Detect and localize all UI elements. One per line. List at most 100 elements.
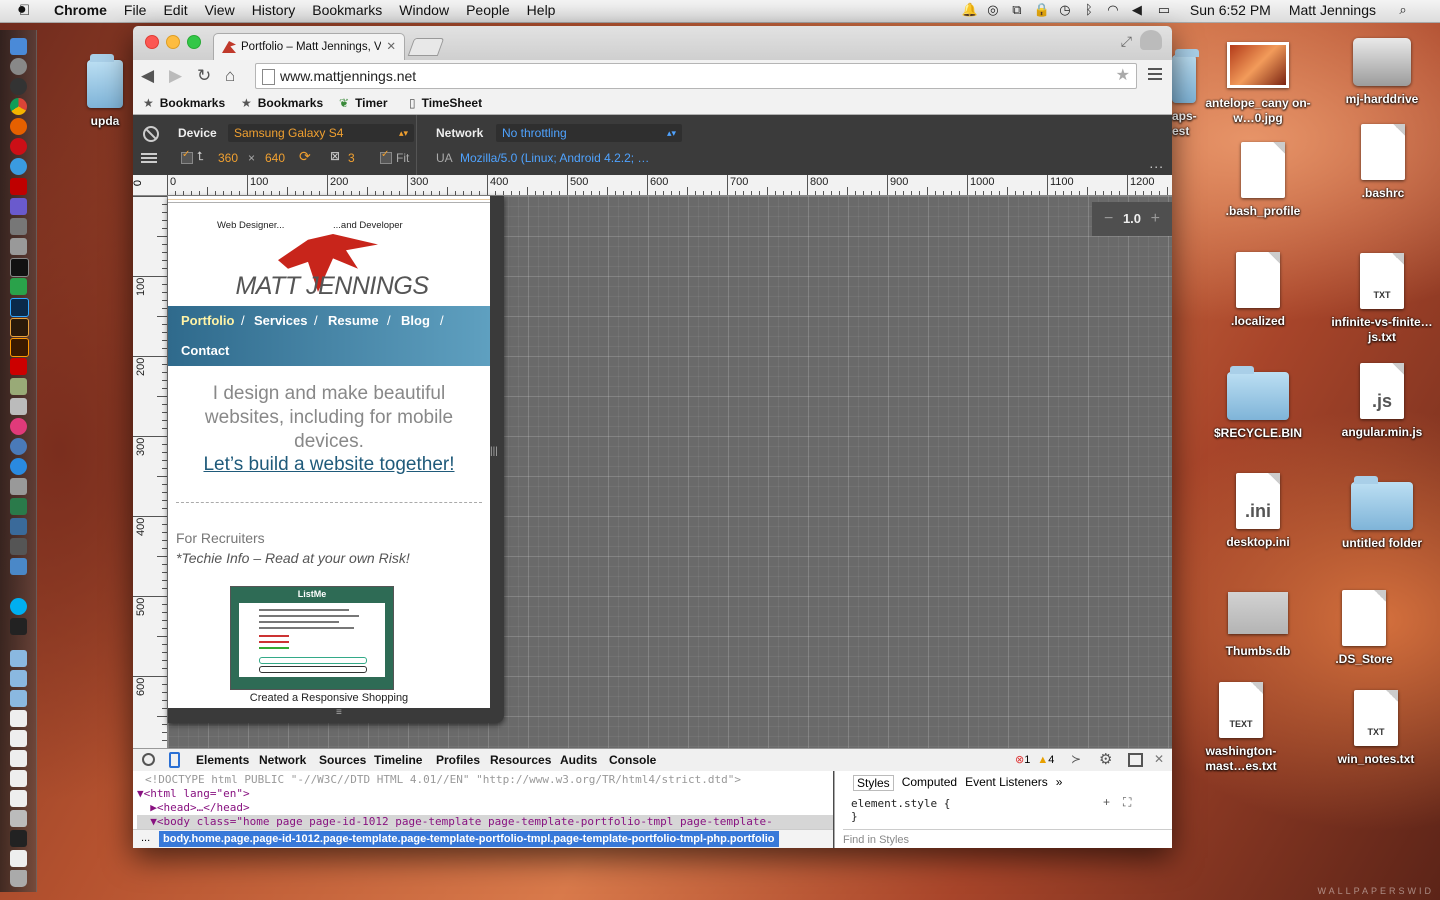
opera-icon[interactable] bbox=[10, 138, 27, 155]
menu-edit[interactable]: Edit bbox=[163, 2, 187, 18]
user-agent-value[interactable]: Mozilla/5.0 (Linux; Android 4.2.2; … bbox=[460, 151, 649, 165]
desktop-icon-washington[interactable]: TEXT washington-mast…es.txt bbox=[1186, 682, 1296, 774]
desktop-icon-thumbs-db[interactable]: Thumbs.db bbox=[1203, 592, 1313, 659]
app-icon[interactable] bbox=[10, 478, 27, 495]
chrome-icon[interactable] bbox=[10, 98, 27, 115]
tab-computed[interactable]: Computed bbox=[902, 775, 957, 791]
dom-node-body[interactable]: ▼<body class="home page page-id-1012 pag… bbox=[137, 815, 833, 829]
menu-app-chrome[interactable]: Chrome bbox=[54, 2, 107, 18]
swap-dimensions-icon[interactable]: ⮤ bbox=[197, 149, 204, 164]
bookmark-folder-bookmarks[interactable]: ★ Bookmarks bbox=[143, 96, 225, 110]
document-icon[interactable] bbox=[10, 770, 27, 787]
app-icon[interactable] bbox=[10, 238, 27, 255]
document-icon[interactable] bbox=[10, 810, 27, 827]
desktop-icon-win-notes[interactable]: TXT win_notes.txt bbox=[1321, 690, 1431, 767]
menu-window[interactable]: Window bbox=[399, 2, 449, 18]
illustrator-icon[interactable] bbox=[10, 338, 29, 357]
height-input[interactable]: 640 bbox=[265, 151, 285, 165]
fullscreen-icon[interactable]: ⤢ bbox=[1121, 33, 1132, 50]
dom-node-html[interactable]: ▼<html lang="en"> bbox=[137, 787, 250, 801]
nav-contact[interactable]: Contact bbox=[181, 343, 229, 358]
zoom-window-button[interactable] bbox=[187, 35, 201, 49]
site-logo[interactable]: MATT JENNINGS bbox=[218, 234, 438, 304]
clock[interactable]: Sun 6:52 PM bbox=[1190, 2, 1271, 18]
app-icon[interactable] bbox=[10, 538, 27, 555]
minimize-window-button[interactable] bbox=[166, 35, 180, 49]
forward-arrow-icon[interactable]: ▶ bbox=[169, 66, 182, 86]
acrobat-icon[interactable] bbox=[10, 358, 27, 375]
recruiters-heading[interactable]: For Recruiters bbox=[176, 530, 265, 546]
portfolio-thumbnail[interactable]: ListMe bbox=[230, 586, 394, 690]
tab-audits[interactable]: Audits bbox=[560, 753, 597, 767]
terminal-icon[interactable] bbox=[10, 258, 29, 277]
desktop-icon-localized[interactable]: .localized bbox=[1203, 252, 1313, 329]
incognito-avatar-icon[interactable] bbox=[1140, 30, 1162, 50]
battery-icon[interactable]: ▭ bbox=[1154, 3, 1174, 17]
screenshare-icon[interactable]: ⧉ bbox=[1010, 3, 1024, 17]
itunes-icon[interactable] bbox=[10, 418, 27, 435]
address-bar[interactable]: www.mattjennings.net ★ bbox=[255, 63, 1137, 89]
back-arrow-icon[interactable]: ◀ bbox=[141, 66, 154, 86]
bookmark-star-icon[interactable]: ★ bbox=[1116, 64, 1130, 88]
app-icon[interactable] bbox=[10, 558, 27, 575]
more-options-icon[interactable]: ... bbox=[1149, 155, 1164, 171]
chrome-menu-icon[interactable] bbox=[1148, 68, 1162, 80]
dom-node-doctype[interactable]: <!DOCTYPE html PUBLIC "-//W3C//DTD HTML … bbox=[145, 773, 741, 787]
tab-console[interactable]: Console bbox=[609, 753, 656, 767]
desktop-icon-bash-profile[interactable]: .bash_profile bbox=[1208, 142, 1318, 219]
inspect-element-icon[interactable] bbox=[142, 753, 155, 766]
zoom-in-icon[interactable]: + bbox=[1151, 210, 1160, 227]
tab-styles[interactable]: Styles bbox=[853, 775, 894, 791]
lock-icon[interactable]: 🔒 bbox=[1034, 3, 1050, 17]
techie-info-link[interactable]: *Techie Info – Read at your own Risk! bbox=[176, 550, 410, 566]
document-icon[interactable] bbox=[10, 750, 27, 767]
network-throttle-select[interactable]: No throttling ▴▾ bbox=[496, 124, 682, 142]
menu-file[interactable]: File bbox=[124, 2, 147, 18]
desktop-icon-infinite[interactable]: TXT infinite-vs-finite…js.txt bbox=[1327, 253, 1437, 345]
menu-help[interactable]: Help bbox=[527, 2, 556, 18]
menu-history[interactable]: History bbox=[252, 2, 296, 18]
menu-view[interactable]: View bbox=[205, 2, 235, 18]
app-icon[interactable] bbox=[10, 518, 27, 535]
skype-icon[interactable] bbox=[10, 598, 27, 615]
dock-side-icon[interactable] bbox=[1128, 753, 1143, 767]
folder-icon[interactable] bbox=[10, 650, 27, 667]
desktop-icon-recycle-bin[interactable]: $RECYCLE.BIN bbox=[1203, 366, 1313, 441]
folder-icon[interactable] bbox=[10, 670, 27, 687]
width-input[interactable]: 360 bbox=[218, 151, 238, 165]
finder-icon[interactable] bbox=[10, 38, 27, 55]
toggle-state-icon[interactable]: ⛶ bbox=[1123, 795, 1131, 810]
tab-timeline[interactable]: Timeline bbox=[374, 753, 422, 767]
volume-icon[interactable]: ◀ bbox=[1130, 3, 1144, 17]
launchpad-icon[interactable] bbox=[10, 58, 27, 75]
desktop-icon-ds-store[interactable]: .DS_Store bbox=[1309, 590, 1419, 667]
cta-link[interactable]: Let’s build a website together! bbox=[168, 454, 490, 476]
document-icon[interactable] bbox=[10, 830, 27, 847]
error-count[interactable]: ⊗1 ▲4 bbox=[1015, 753, 1054, 766]
bluetooth-icon[interactable]: ᛒ bbox=[1082, 3, 1096, 17]
desktop-icon-untitled-folder[interactable]: untitled folder bbox=[1327, 476, 1437, 551]
app-icon[interactable] bbox=[10, 498, 27, 515]
breadcrumb-body[interactable]: body.home.page.page-id-1012.page-templat… bbox=[159, 831, 779, 847]
resolution-checkbox[interactable] bbox=[181, 149, 193, 166]
firefox-icon[interactable] bbox=[10, 118, 27, 135]
add-rule-icon[interactable]: + bbox=[1103, 795, 1110, 809]
app-icon[interactable] bbox=[10, 278, 27, 295]
new-tab-button[interactable] bbox=[407, 38, 445, 56]
app-icon[interactable] bbox=[10, 438, 27, 455]
photoshop-icon[interactable] bbox=[10, 298, 29, 317]
safari-icon[interactable] bbox=[10, 158, 27, 175]
toggle-media-queries-icon[interactable] bbox=[141, 153, 157, 163]
document-icon[interactable] bbox=[10, 710, 27, 727]
element-style-rule[interactable]: element.style { } bbox=[851, 797, 950, 823]
activity-monitor-icon[interactable] bbox=[10, 618, 27, 635]
folder-icon[interactable] bbox=[10, 690, 27, 707]
home-icon[interactable]: ⌂ bbox=[225, 66, 235, 86]
resize-handle-vertical-icon[interactable]: ||| bbox=[490, 446, 498, 457]
bridge-icon[interactable] bbox=[10, 318, 29, 337]
rotate-icon[interactable]: ⟳ bbox=[299, 148, 311, 165]
bookmark-timesheet[interactable]: ▯ TimeSheet bbox=[409, 96, 482, 110]
app-store-icon[interactable] bbox=[10, 458, 27, 475]
document-icon[interactable] bbox=[10, 730, 27, 747]
document-icon[interactable] bbox=[10, 850, 27, 867]
